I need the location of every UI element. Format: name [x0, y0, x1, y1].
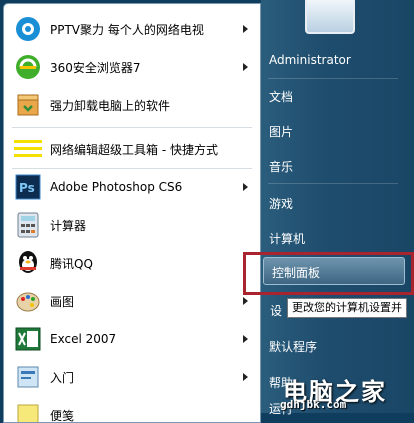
- divider: [268, 78, 398, 79]
- submenu-arrow-icon[interactable]: [243, 297, 248, 305]
- programs-list: PPTV聚力 每个人的网络电视 360安全浏览器7 强力卸载电脑上的软件 网络编…: [3, 3, 261, 423]
- program-sticky-notes[interactable]: 便笺: [8, 398, 256, 423]
- program-label: 网络编辑超级工具箱 - 快捷方式: [50, 141, 218, 158]
- program-label: 强力卸载电脑上的软件: [50, 97, 170, 114]
- user-name[interactable]: Administrator: [269, 53, 351, 67]
- program-label: 360安全浏览器7: [50, 59, 141, 76]
- divider: [12, 127, 252, 128]
- submenu-arrow-icon[interactable]: [243, 63, 248, 71]
- program-label: 画图: [50, 293, 74, 310]
- watermark-url: gdhjbk.com: [280, 398, 346, 411]
- paint-icon: [14, 287, 42, 315]
- program-360-browser[interactable]: 360安全浏览器7: [8, 50, 256, 84]
- 360-browser-icon: [14, 53, 42, 81]
- submenu-arrow-icon[interactable]: [243, 25, 248, 33]
- uninstall-icon: [14, 91, 42, 119]
- qq-icon: [14, 249, 42, 277]
- sticky-notes-icon: [14, 401, 42, 423]
- program-label: 便笺: [50, 407, 74, 423]
- program-calculator[interactable]: 计算器: [8, 208, 256, 242]
- toolbox-icon: [14, 135, 42, 163]
- program-paint[interactable]: 画图: [8, 284, 256, 318]
- program-qq[interactable]: 腾讯QQ: [8, 246, 256, 280]
- program-toolbox[interactable]: 网络编辑超级工具箱 - 快捷方式: [8, 132, 256, 166]
- submenu-arrow-icon[interactable]: [243, 183, 248, 191]
- right-item-default-programs[interactable]: 默认程序: [269, 338, 317, 355]
- program-label: 计算器: [50, 217, 86, 234]
- photoshop-icon: Ps: [14, 173, 42, 201]
- right-item-devices[interactable]: 设: [270, 302, 282, 319]
- program-uninstaller[interactable]: 强力卸载电脑上的软件: [8, 88, 256, 122]
- program-photoshop[interactable]: Ps Adobe Photoshop CS6: [8, 170, 256, 204]
- calculator-icon: [14, 211, 42, 239]
- program-label: 腾讯QQ: [50, 255, 93, 272]
- right-item-music[interactable]: 音乐: [269, 158, 293, 175]
- submenu-arrow-icon[interactable]: [243, 373, 248, 381]
- program-excel[interactable]: Excel 2007: [8, 322, 256, 356]
- divider: [12, 168, 252, 169]
- right-item-games[interactable]: 游戏: [269, 195, 293, 212]
- right-item-pictures[interactable]: 图片: [269, 123, 293, 140]
- program-label: Adobe Photoshop CS6: [50, 180, 182, 194]
- svg-text:Ps: Ps: [19, 181, 35, 195]
- tooltip: 更改您的计算机设置并: [287, 298, 407, 318]
- highlight-box: [243, 252, 414, 295]
- pptv-icon: [14, 15, 42, 43]
- submenu-arrow-icon[interactable]: [243, 335, 248, 343]
- right-item-documents[interactable]: 文档: [269, 88, 293, 105]
- program-label: Excel 2007: [50, 332, 116, 346]
- right-item-computer[interactable]: 计算机: [269, 230, 305, 247]
- user-avatar[interactable]: [305, 0, 355, 34]
- program-getting-started[interactable]: 入门: [8, 360, 256, 394]
- program-label: PPTV聚力 每个人的网络电视: [50, 21, 204, 38]
- getting-started-icon: [14, 363, 42, 391]
- divider: [268, 183, 398, 184]
- excel-icon: [14, 325, 42, 353]
- program-label: 入门: [50, 369, 74, 386]
- program-pptv[interactable]: PPTV聚力 每个人的网络电视: [8, 12, 256, 46]
